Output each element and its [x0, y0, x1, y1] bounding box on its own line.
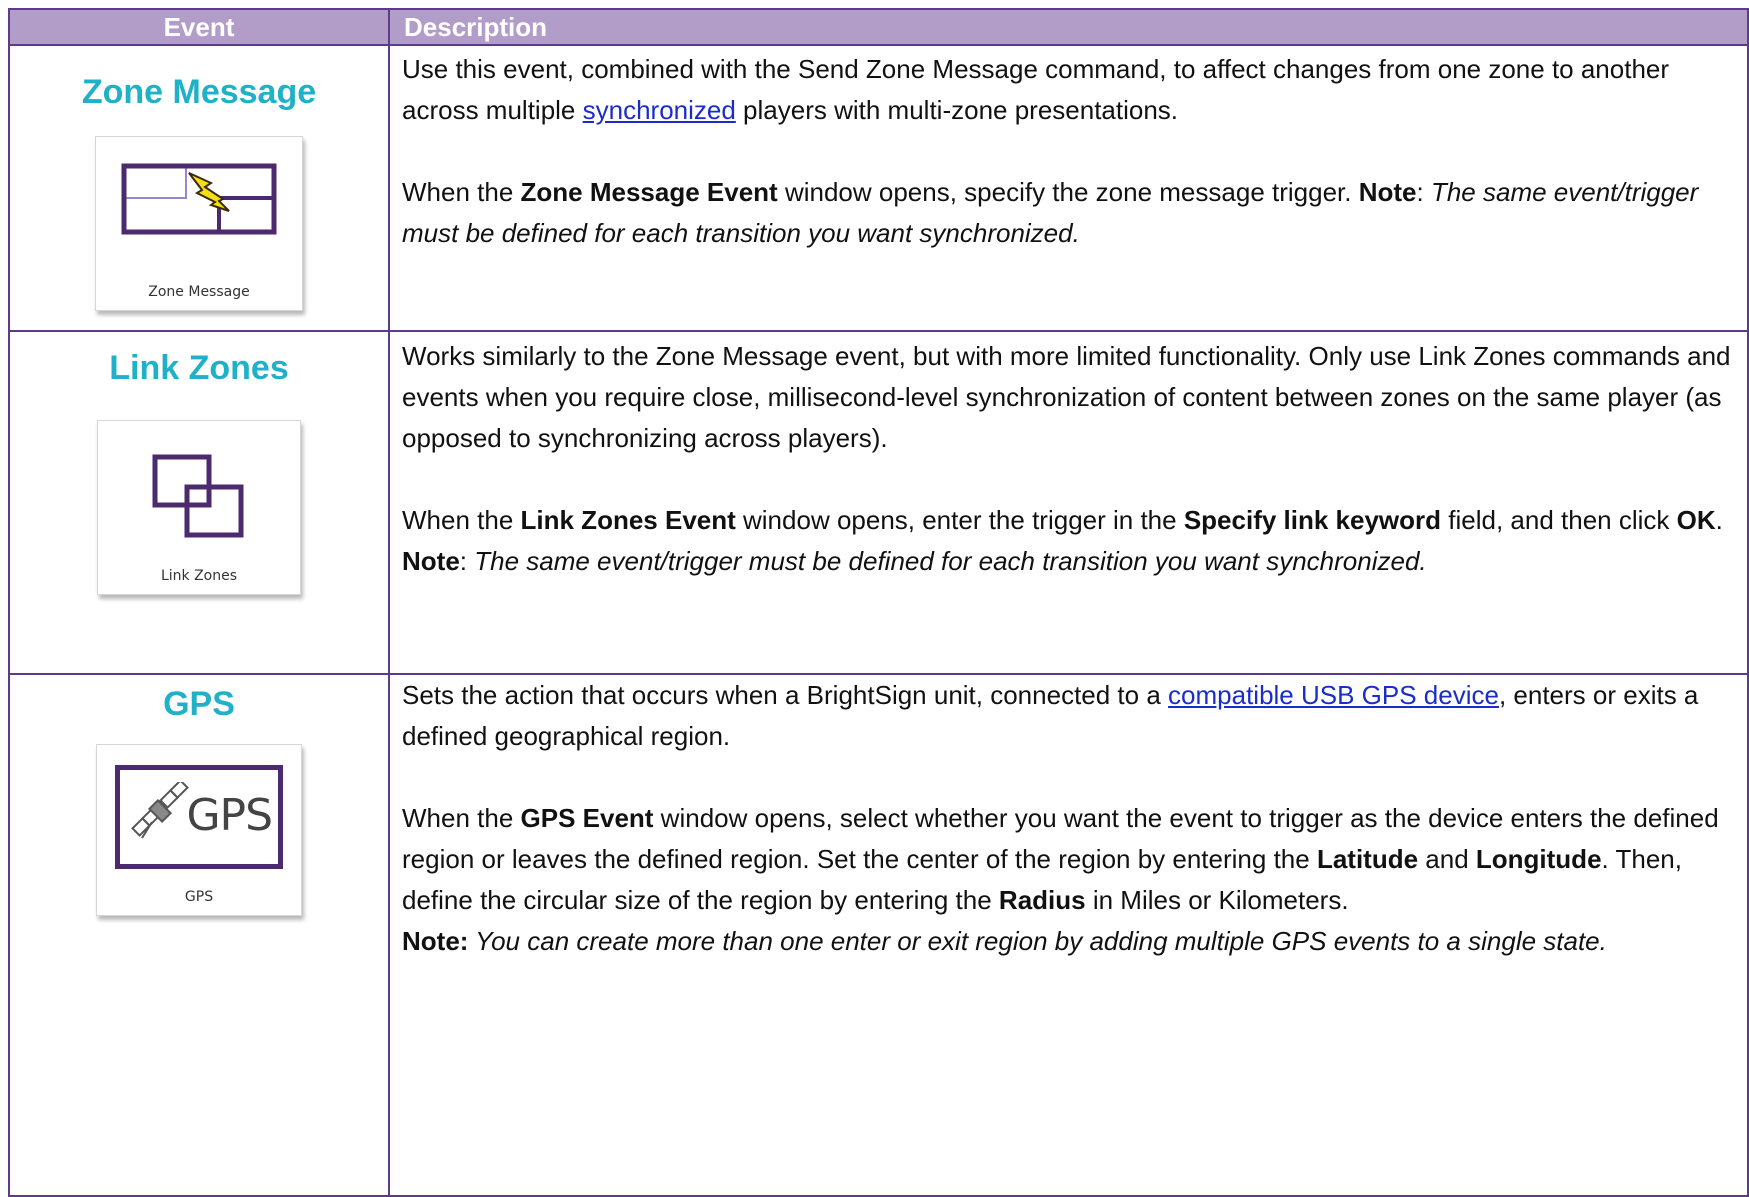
- desc-note-text: The same event/trigger must be defined f…: [474, 546, 1427, 576]
- synchronized-link[interactable]: synchronized: [583, 95, 736, 125]
- desc-text: Sets the action that occurs when a Brigh…: [402, 680, 1169, 710]
- link-zones-icon: Link Zones: [97, 420, 301, 595]
- desc-text: :: [1416, 177, 1431, 207]
- gps-caption: GPS: [184, 889, 214, 905]
- table-row-zone-message: Zone Message Zone Message Use this event…: [8, 44, 1749, 332]
- gps-desc-p2: When the GPS Event window opens, select …: [402, 798, 1733, 921]
- desc-text: field, and then click: [1441, 505, 1677, 535]
- desc-text: .: [1715, 505, 1723, 535]
- description-gps: Sets the action that occurs when a Brigh…: [388, 673, 1749, 1197]
- desc-note-label: Note: [1358, 177, 1417, 207]
- desc-text: When the: [402, 177, 521, 207]
- link-zones-desc-p1: Works similarly to the Zone Message even…: [402, 336, 1733, 459]
- desc-text: window opens, specify the zone message t…: [777, 177, 1359, 207]
- desc-note-label: Note: [402, 546, 460, 576]
- zone-message-icon: Zone Message: [95, 136, 303, 311]
- gps-desc-p3: Note: You can create more than one enter…: [402, 921, 1733, 962]
- link-zones-caption: Link Zones: [160, 568, 238, 584]
- desc-bold: Latitude: [1316, 844, 1419, 874]
- zone-message-desc-p2: When the Zone Message Event window opens…: [402, 172, 1733, 254]
- event-cell-gps: GPS GPS GPS: [8, 673, 390, 1197]
- gps-desc-p1: Sets the action that occurs when a Brigh…: [402, 675, 1733, 757]
- zone-message-icon-graphic: [121, 163, 277, 235]
- desc-bold: Zone Message Event: [520, 177, 778, 207]
- link-zones-desc-p2: When the Link Zones Event window opens, …: [402, 500, 1733, 582]
- zone-message-desc-p1: Use this event, combined with the Send Z…: [402, 49, 1733, 131]
- event-title-link-zones: Link Zones: [109, 349, 289, 387]
- desc-bold: Radius: [998, 885, 1086, 915]
- event-cell-link-zones: Link Zones Link Zones: [8, 330, 390, 675]
- table-row-gps: GPS GPS GPS Sets the action that occurs …: [8, 673, 1749, 1197]
- desc-bold: Longitude: [1475, 844, 1602, 874]
- header-event: Event: [8, 8, 390, 46]
- desc-text: in Miles or Kilometers.: [1085, 885, 1349, 915]
- desc-bold: Specify link keyword: [1183, 505, 1442, 535]
- event-title-gps: GPS: [163, 685, 235, 723]
- description-zone-message: Use this event, combined with the Send Z…: [388, 44, 1749, 332]
- desc-bold: Link Zones Event: [520, 505, 736, 535]
- gps-icon-frame: GPS: [115, 765, 283, 869]
- table-header-row: Event Description: [8, 8, 1749, 46]
- desc-text: window opens, enter the trigger in the: [735, 505, 1184, 535]
- desc-bold: OK: [1676, 505, 1716, 535]
- event-title-zone-message: Zone Message: [81, 73, 317, 111]
- events-table: Event Description Zone Message Zone Mess…: [8, 8, 1749, 1197]
- desc-bold: GPS Event: [520, 803, 654, 833]
- table-row-link-zones: Link Zones Link Zones Works similarly to…: [8, 330, 1749, 675]
- desc-text: players with multi-zone presentations.: [735, 95, 1179, 125]
- event-cell-zone-message: Zone Message Zone Message: [8, 44, 390, 332]
- description-link-zones: Works similarly to the Zone Message even…: [388, 330, 1749, 675]
- header-description: Description: [388, 8, 1749, 46]
- gps-satellite-icon: GPS GPS: [96, 744, 302, 916]
- desc-note-text: You can create more than one enter or ex…: [468, 926, 1607, 956]
- desc-text: Works similarly to the Zone Message even…: [402, 341, 1731, 453]
- compatible-usb-gps-device-link[interactable]: compatible USB GPS device: [1168, 680, 1499, 710]
- desc-text: :: [459, 546, 475, 576]
- gps-icon-text: GPS: [186, 790, 273, 841]
- link-zones-icon-graphic: [152, 454, 244, 538]
- zone-message-caption: Zone Message: [148, 284, 250, 300]
- desc-text: When the: [402, 803, 521, 833]
- desc-text: When the: [402, 505, 521, 535]
- desc-text: and: [1418, 844, 1476, 874]
- desc-note-label: Note:: [402, 926, 469, 956]
